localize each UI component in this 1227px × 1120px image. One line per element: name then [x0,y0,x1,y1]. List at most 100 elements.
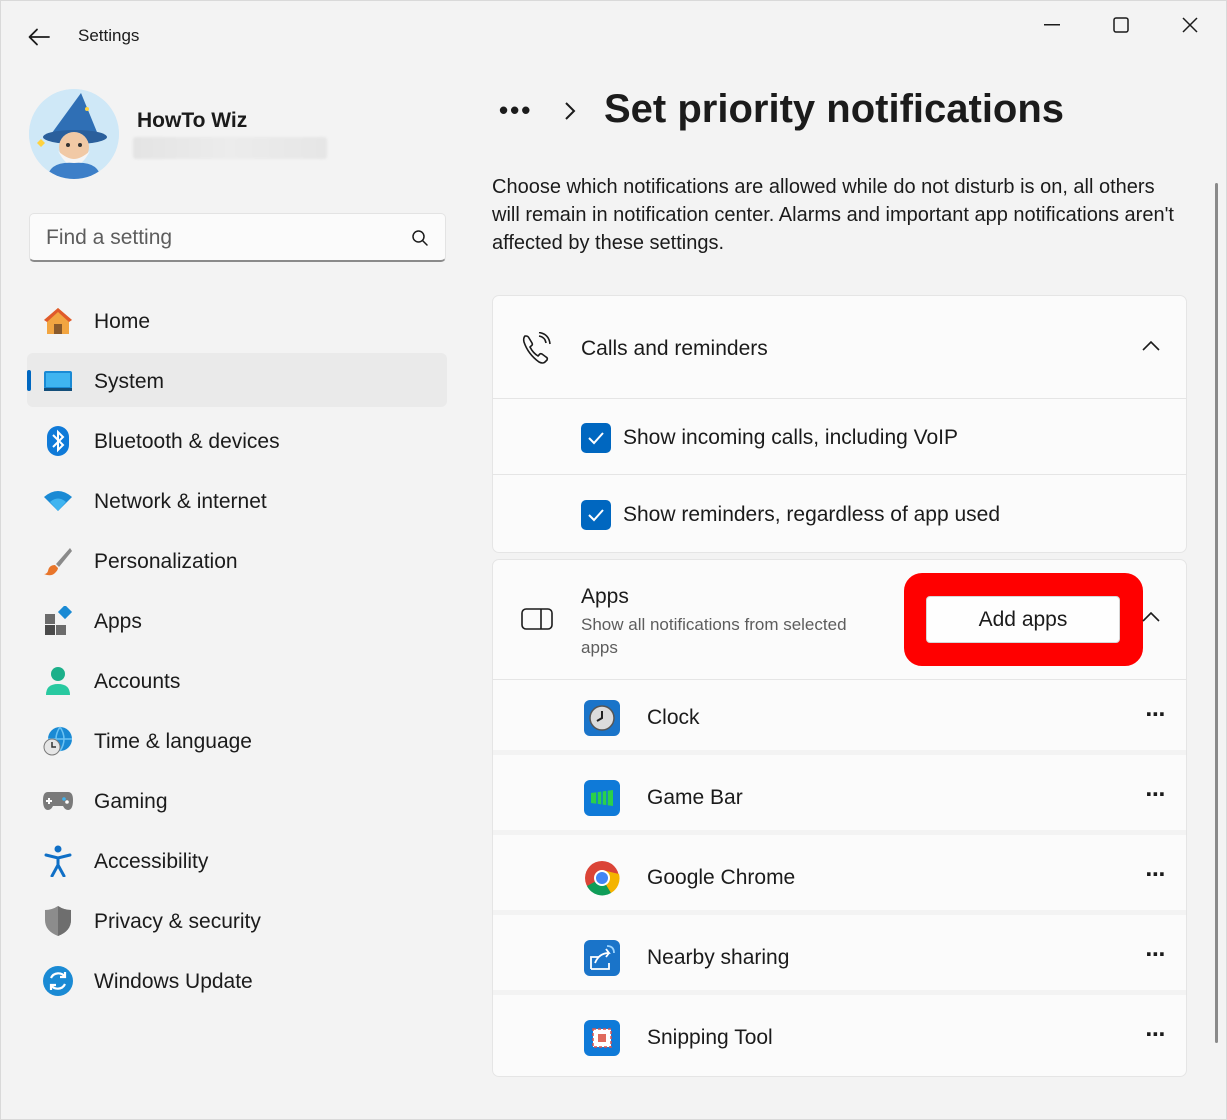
chevron-up-icon[interactable] [1142,612,1160,622]
chevron-up-icon[interactable] [1142,341,1160,351]
back-button[interactable] [19,19,59,55]
close-icon [1182,17,1198,33]
app-title: Settings [78,26,140,45]
app-row-clock: Clock ⋯ [493,680,1186,755]
chevron-right-icon [565,102,576,120]
sidebar-item-personalization[interactable]: Personalization [27,533,447,587]
sidebar-item-label: Home [94,310,151,333]
app-row-nearby-sharing: Nearby sharing ⋯ [493,920,1186,995]
breadcrumb-more-button[interactable]: ••• [499,95,532,126]
apps-subtitle: Show all notifications from selected app… [581,615,847,657]
game-bar-icon [584,780,620,816]
search-box[interactable]: Find a setting [29,213,446,262]
page-description: Choose which notifications are allowed w… [492,176,1174,254]
apps-card: Apps Show all notifications from selecte… [492,559,1187,1077]
sidebar-item-windows-update[interactable]: Windows Update [27,953,447,1007]
gamepad-icon [42,785,74,817]
sidebar-item-network[interactable]: Network & internet [27,473,447,527]
sidebar-item-label: Accessibility [94,850,209,873]
user-email-redacted [133,137,327,159]
checkbox-incoming-calls[interactable] [581,423,611,453]
app-name: Snipping Tool [647,1026,773,1049]
update-icon [42,965,74,997]
sidebar-item-label: Privacy & security [94,910,261,933]
sidebar-item-time-language[interactable]: Time & language [27,713,447,767]
option-incoming-calls[interactable]: Show incoming calls, including VoIP [493,399,1186,475]
system-icon [42,365,74,397]
more-options-button[interactable]: ⋯ [1144,942,1168,966]
checkmark-icon [588,432,604,445]
option-label: Show reminders, regardless of app used [623,503,1001,526]
option-label: Show incoming calls, including VoIP [623,426,959,449]
globe-clock-icon [42,725,74,757]
scrollbar[interactable] [1215,183,1218,1043]
calls-reminders-title: Calls and reminders [581,337,768,360]
option-reminders[interactable]: Show reminders, regardless of app used [493,476,1186,552]
minimize-icon [1044,24,1060,26]
close-button[interactable] [1160,7,1220,43]
maximize-icon [1113,17,1129,33]
app-window-icon [521,608,553,630]
sidebar-item-bluetooth[interactable]: Bluetooth & devices [27,413,447,467]
more-options-button[interactable]: ⋯ [1144,862,1168,886]
sidebar-item-label: Windows Update [94,970,253,993]
wifi-icon [42,485,74,517]
title-bar: Settings [1,1,1226,73]
apps-icon [42,605,74,637]
sidebar-item-label: Gaming [94,790,168,813]
sidebar-item-label: Accounts [94,670,181,693]
add-apps-button[interactable]: Add apps [926,596,1120,643]
page-title: Set priority notifications [604,87,1065,131]
checkbox-reminders[interactable] [581,500,611,530]
app-row-google-chrome: Google Chrome ⋯ [493,840,1186,915]
app-row-game-bar: Game Bar ⋯ [493,760,1186,835]
snipping-tool-icon [584,1020,620,1056]
phone-ringing-icon [522,332,551,364]
app-name: Nearby sharing [647,946,790,969]
sidebar-item-label: Network & internet [94,490,267,513]
sidebar-item-label: Personalization [94,550,238,573]
sidebar-item-accessibility[interactable]: Accessibility [27,833,447,887]
maximize-button[interactable] [1091,7,1151,43]
bluetooth-icon [42,425,74,457]
sidebar-item-label: Bluetooth & devices [94,430,280,453]
home-icon [42,305,74,337]
user-name: HowTo Wiz [137,109,248,132]
brush-icon [42,545,74,577]
shield-icon [42,905,74,937]
apps-title: Apps [581,585,629,608]
search-input[interactable]: Find a setting [46,226,172,250]
sidebar-item-gaming[interactable]: Gaming [27,773,447,827]
minimize-button[interactable] [1022,7,1082,43]
sidebar-item-home[interactable]: Home [27,293,447,347]
app-name: Game Bar [647,786,743,809]
app-name: Clock [647,706,700,729]
sidebar-item-label: Apps [94,610,142,633]
settings-window: Settings HowTo Wiz Find a setting Home S… [0,0,1227,1120]
more-options-button[interactable]: ⋯ [1144,702,1168,726]
chrome-icon [584,860,620,896]
app-name: Google Chrome [647,866,796,889]
search-icon[interactable] [411,229,429,247]
checkmark-icon [588,509,604,522]
more-options-button[interactable]: ⋯ [1144,1022,1168,1046]
arrow-left-icon [28,28,50,46]
more-options-button[interactable]: ⋯ [1144,782,1168,806]
sidebar-item-apps[interactable]: Apps [27,593,447,647]
account-icon [42,665,74,697]
sidebar-item-accounts[interactable]: Accounts [27,653,447,707]
apps-header[interactable]: Apps Show all notifications from selecte… [493,560,1186,680]
wizard-avatar [29,89,119,179]
sidebar-item-label: System [94,370,165,393]
clock-icon [584,700,620,736]
active-indicator [27,370,31,391]
accessibility-icon [42,845,74,877]
sidebar-nav: Home System Bluetooth & devices Network … [27,293,447,1013]
sidebar-item-system[interactable]: System [27,353,447,407]
sidebar-item-privacy[interactable]: Privacy & security [27,893,447,947]
avatar [29,89,119,179]
calls-reminders-card: Calls and reminders Show incoming calls,… [492,295,1187,553]
sidebar-item-label: Time & language [94,730,252,753]
calls-reminders-header[interactable]: Calls and reminders [493,296,1186,399]
app-row-snipping-tool: Snipping Tool ⋯ [493,1000,1186,1075]
